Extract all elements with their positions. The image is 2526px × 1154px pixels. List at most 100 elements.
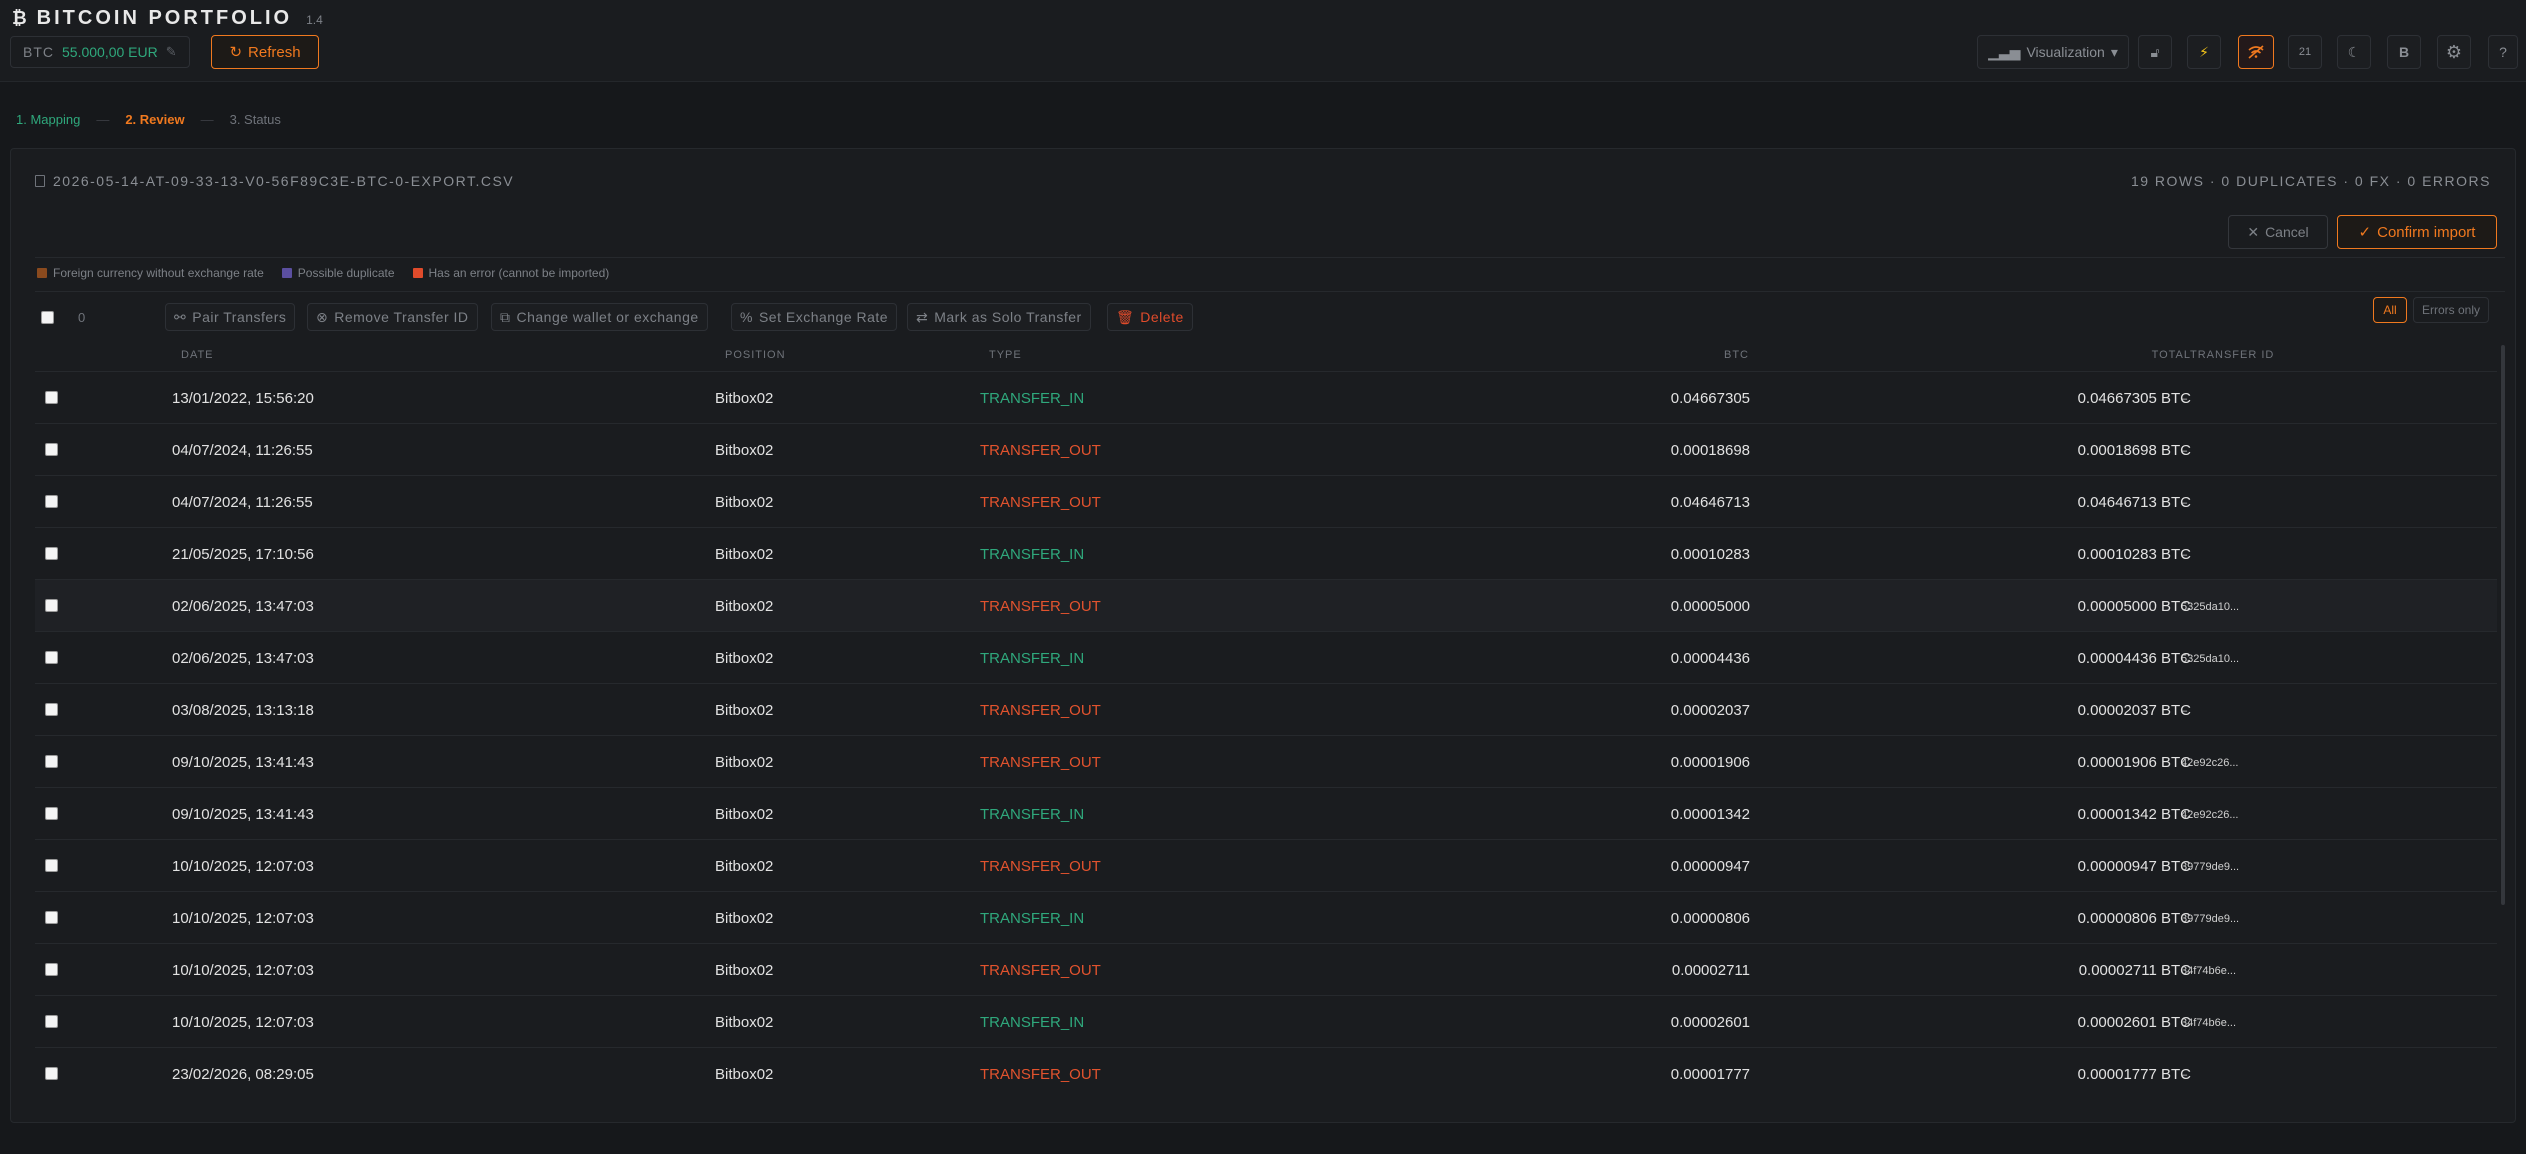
set-exchange-rate-button[interactable]: % Set Exchange Rate (731, 303, 898, 331)
b-button[interactable]: B (2387, 35, 2421, 69)
privacy-toggle-button[interactable] (2238, 35, 2274, 69)
cancel-label: Cancel (2265, 224, 2309, 240)
confirm-label: Confirm import (2377, 223, 2476, 241)
change-wallet-button[interactable]: ⧉ Change wallet or exchange (491, 303, 708, 331)
col-total[interactable]: TOTAL (2152, 349, 2191, 361)
col-type[interactable]: TYPE (989, 349, 1022, 361)
table-row[interactable]: 03/08/2025, 13:13:18 Bitbox02 TRANSFER_OUT… (35, 683, 2497, 735)
table-row[interactable]: 10/10/2025, 12:07:03 Bitbox02 TRANSFER_IN 0… (35, 995, 2497, 1047)
cell-total: 0.00001906 BTC (2077, 754, 2191, 771)
step-review[interactable]: 2. Review (125, 112, 184, 127)
table-row[interactable]: 21/05/2025, 17:10:56 Bitbox02 TRANSFER_IN 0… (35, 527, 2497, 579)
legend-item-fx: Foreign currency without exchange rate (37, 266, 264, 280)
row-checkbox[interactable] (45, 391, 58, 404)
table-row[interactable]: 02/06/2025, 13:47:03 Bitbox02 TRANSFER_IN 0… (35, 631, 2497, 683)
confirm-import-button[interactable]: ✓ Confirm import (2337, 215, 2497, 249)
cell-type: TRANSFER_IN (980, 806, 1085, 823)
close-icon: ✕ (2247, 223, 2260, 240)
cell-btc: 0.00002037 (1670, 702, 1750, 719)
chevron-down-icon: ▾ (2110, 43, 2118, 60)
remove-transfer-id-button[interactable]: ⊗ Remove Transfer ID (307, 303, 478, 331)
row-checkbox[interactable] (45, 703, 58, 716)
refresh-label: Refresh (248, 43, 301, 61)
row-checkbox[interactable] (45, 495, 58, 508)
scrollbar[interactable] (2501, 345, 2505, 905)
btc-price-field[interactable]: BTC 55.000,00 EUR ✎ (10, 36, 190, 68)
refresh-button[interactable]: ↻ Refresh (211, 35, 319, 69)
row-checkbox[interactable] (45, 547, 58, 560)
table-row[interactable]: 10/10/2025, 12:07:03 Bitbox02 TRANSFER_OUT… (35, 943, 2497, 995)
col-transfer-id[interactable]: TRANSFER ID (2190, 349, 2274, 361)
settings-button[interactable]: ⚙ (2437, 35, 2471, 69)
row-checkbox[interactable] (45, 807, 58, 820)
file-icon (35, 175, 45, 187)
cell-transfer-id: 5325da10... (2181, 601, 2240, 613)
cell-transfer-id: 42e92c26... (2181, 809, 2239, 821)
table-row[interactable]: 10/10/2025, 12:07:03 Bitbox02 TRANSFER_OUT… (35, 839, 2497, 891)
col-date[interactable]: DATE (181, 349, 214, 361)
cell-position: Bitbox02 (715, 858, 774, 875)
cell-transfer-id: 34f74b6e... (2181, 965, 2237, 977)
row-checkbox[interactable] (45, 755, 58, 768)
theme-toggle-button[interactable]: ☾ (2337, 35, 2371, 69)
row-checkbox[interactable] (45, 443, 58, 456)
row-checkbox[interactable] (45, 651, 58, 664)
cell-date: 09/10/2025, 13:41:43 (172, 806, 314, 823)
block-height-button[interactable]: 21 (2288, 35, 2322, 69)
app-name: BITCOIN PORTFOLIO (36, 7, 293, 29)
cell-position: Bitbox02 (715, 442, 774, 459)
table-row[interactable]: 04/07/2024, 11:26:55 Bitbox02 TRANSFER_OUT… (35, 423, 2497, 475)
cell-position: Bitbox02 (715, 546, 774, 563)
remove-circle-icon: ⊗ (316, 308, 329, 325)
step-mapping[interactable]: 1. Mapping (16, 112, 80, 127)
legend-label: Has an error (cannot be imported) (428, 266, 610, 280)
table-row[interactable]: 13/01/2022, 15:56:20 Bitbox02 TRANSFER_IN 0… (35, 371, 2497, 423)
cell-position: Bitbox02 (715, 650, 774, 667)
lock-toggle-button[interactable]: 🔓︎ (2138, 35, 2172, 69)
table-row[interactable]: 04/07/2024, 11:26:55 Bitbox02 TRANSFER_OUT… (35, 475, 2497, 527)
table-row[interactable]: 23/02/2026, 08:29:05 Bitbox02 TRANSFER_OUT… (35, 1047, 2497, 1099)
cell-position: Bitbox02 (715, 494, 774, 511)
table-row[interactable]: 09/10/2025, 13:41:43 Bitbox02 TRANSFER_OUT… (35, 735, 2497, 787)
row-checkbox[interactable] (45, 1067, 58, 1080)
select-all-checkbox[interactable] (41, 310, 54, 324)
cell-type: TRANSFER_IN (980, 1014, 1085, 1031)
remove-transfer-id-label: Remove Transfer ID (334, 309, 469, 325)
filter-errors-only-button[interactable]: Errors only (2413, 297, 2489, 323)
col-position[interactable]: POSITION (725, 349, 786, 361)
cancel-button[interactable]: ✕ Cancel (2228, 215, 2328, 249)
price-currency-label: BTC (23, 44, 54, 60)
mark-solo-transfer-label: Mark as Solo Transfer (934, 309, 1082, 325)
pair-transfers-button[interactable]: ⚯ Pair Transfers (165, 303, 296, 331)
cell-btc: 0.00001342 (1670, 806, 1750, 823)
cell-position: Bitbox02 (715, 910, 774, 927)
visualization-dropdown[interactable]: ▁▃▅ Visualization ▾ (1977, 35, 2129, 69)
row-checkbox[interactable] (45, 911, 58, 924)
cell-type: TRANSFER_OUT (980, 962, 1101, 979)
lightning-button[interactable]: ⚡︎ (2187, 35, 2221, 69)
table-row[interactable]: 09/10/2025, 13:41:43 Bitbox02 TRANSFER_IN 0… (35, 787, 2497, 839)
cell-type: TRANSFER_OUT (980, 494, 1101, 511)
delete-label: Delete (1140, 309, 1184, 325)
row-checkbox[interactable] (45, 1015, 58, 1028)
table-row[interactable]: 10/10/2025, 12:07:03 Bitbox02 TRANSFER_IN 0… (35, 891, 2497, 943)
help-button[interactable]: ? (2488, 35, 2518, 69)
step-separator: — (96, 112, 110, 127)
cell-type: TRANSFER_OUT (980, 754, 1101, 771)
cell-date: 10/10/2025, 12:07:03 (172, 858, 314, 875)
edit-box-icon: ⧉ (500, 308, 511, 325)
table-row[interactable]: 02/06/2025, 13:47:03 Bitbox02 TRANSFER_OUT… (35, 579, 2497, 631)
cell-transfer-id: 39779de9... (2181, 913, 2240, 925)
edit-pencil-icon[interactable]: ✎ (166, 44, 177, 60)
set-exchange-rate-label: Set Exchange Rate (758, 309, 889, 325)
cell-type: TRANSFER_OUT (980, 702, 1101, 719)
cell-btc: 0.00005000 (1670, 598, 1750, 615)
row-checkbox[interactable] (45, 859, 58, 872)
legend-swatch (281, 268, 292, 278)
row-checkbox[interactable] (45, 599, 58, 612)
delete-button[interactable]: 🗑︎ Delete (1107, 303, 1193, 331)
filter-all-button[interactable]: All (2373, 297, 2407, 323)
mark-solo-transfer-button[interactable]: ⇄ Mark as Solo Transfer (907, 303, 1091, 331)
col-btc[interactable]: BTC (1724, 349, 1749, 361)
row-checkbox[interactable] (45, 963, 58, 976)
